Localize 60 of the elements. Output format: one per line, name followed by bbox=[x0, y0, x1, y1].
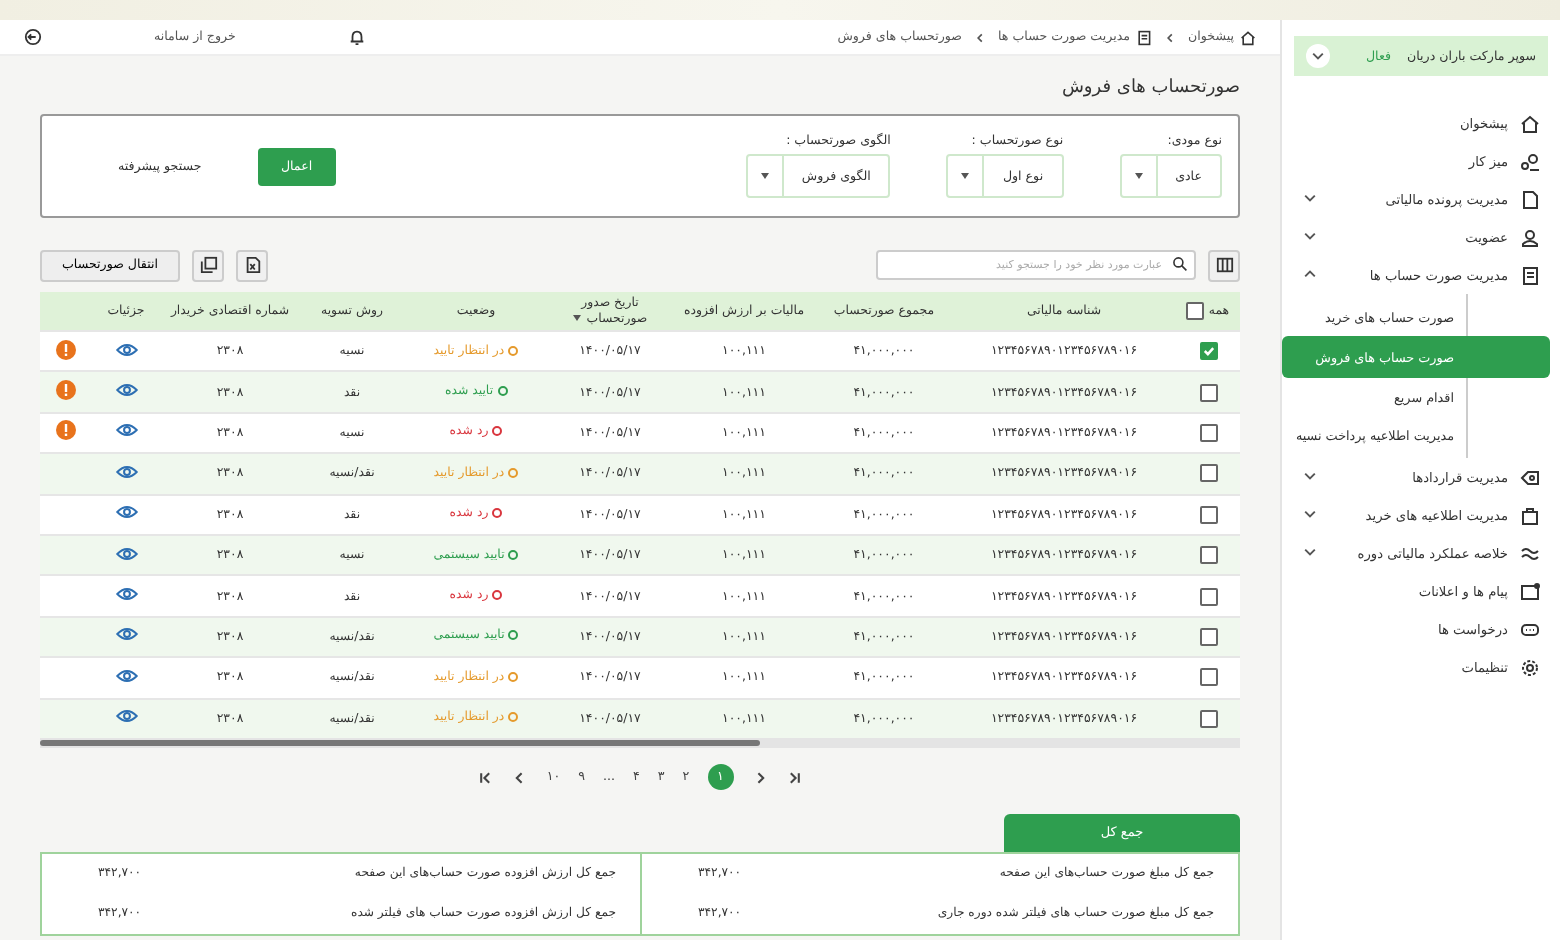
eye-icon[interactable] bbox=[115, 382, 137, 399]
row-checkbox[interactable] bbox=[1199, 668, 1217, 687]
chevron-icon bbox=[1302, 505, 1318, 521]
row-checkbox[interactable] bbox=[1199, 546, 1217, 565]
copy-button[interactable] bbox=[192, 249, 225, 281]
select-all-checkbox[interactable] bbox=[1186, 302, 1205, 320]
sort-caret-icon bbox=[572, 313, 583, 321]
chat-icon bbox=[1520, 619, 1540, 639]
gear-icon bbox=[1520, 657, 1540, 677]
people-icon bbox=[1520, 151, 1540, 171]
spreadsheet-icon bbox=[243, 256, 262, 274]
chevron-icon bbox=[1302, 265, 1318, 281]
receipt-icon bbox=[1520, 265, 1540, 285]
chevron-icon bbox=[1302, 227, 1318, 243]
row-checkbox[interactable] bbox=[1199, 342, 1217, 361]
horizontal-scrollbar[interactable] bbox=[40, 737, 1240, 748]
search-icon bbox=[1172, 256, 1188, 272]
excel-export-button[interactable] bbox=[236, 249, 269, 281]
eye-icon[interactable] bbox=[115, 626, 137, 643]
eye-icon[interactable] bbox=[115, 667, 137, 684]
caret-icon bbox=[759, 172, 770, 180]
document-icon bbox=[1520, 189, 1540, 209]
logout-icon bbox=[24, 28, 42, 46]
eye-icon[interactable] bbox=[115, 463, 137, 480]
eye-icon[interactable] bbox=[115, 586, 137, 603]
bag-icon bbox=[1520, 505, 1540, 525]
caret-icon bbox=[960, 172, 971, 180]
page-title: صورتحساب های فروش bbox=[1059, 78, 1240, 98]
bell-icon bbox=[347, 28, 366, 46]
chevron-icon bbox=[1302, 543, 1318, 559]
wave-icon bbox=[1520, 543, 1540, 563]
copy-icon bbox=[199, 256, 218, 274]
chevron-icon bbox=[1302, 467, 1318, 483]
row-checkbox[interactable] bbox=[1199, 587, 1217, 606]
message-icon bbox=[1520, 581, 1540, 601]
eye-icon[interactable] bbox=[115, 708, 137, 725]
row-checkbox[interactable] bbox=[1199, 383, 1217, 402]
row-checkbox[interactable] bbox=[1199, 627, 1217, 646]
columns-icon bbox=[1215, 256, 1233, 274]
receipt-icon bbox=[1136, 29, 1153, 45]
row-checkbox[interactable] bbox=[1199, 464, 1217, 483]
chevron-left-icon bbox=[1164, 31, 1177, 43]
chevron-left-icon bbox=[974, 31, 987, 43]
home-icon bbox=[1520, 113, 1540, 133]
caret-icon bbox=[1133, 172, 1144, 180]
first-page-button[interactable] bbox=[785, 769, 802, 786]
row-checkbox[interactable] bbox=[1199, 709, 1217, 728]
chevron-down-icon bbox=[1310, 48, 1326, 64]
last-page-button[interactable] bbox=[478, 769, 495, 786]
tag-icon bbox=[1520, 467, 1540, 487]
user-icon bbox=[1520, 227, 1540, 247]
home-icon bbox=[1240, 29, 1256, 45]
row-checkbox[interactable] bbox=[1199, 423, 1217, 442]
columns-button[interactable] bbox=[1208, 249, 1240, 281]
eye-icon[interactable] bbox=[115, 504, 137, 521]
chevron-icon bbox=[1302, 189, 1318, 205]
row-checkbox[interactable] bbox=[1199, 505, 1217, 524]
eye-icon[interactable] bbox=[115, 545, 137, 562]
eye-icon[interactable] bbox=[115, 422, 137, 439]
eye-icon[interactable] bbox=[115, 341, 137, 358]
